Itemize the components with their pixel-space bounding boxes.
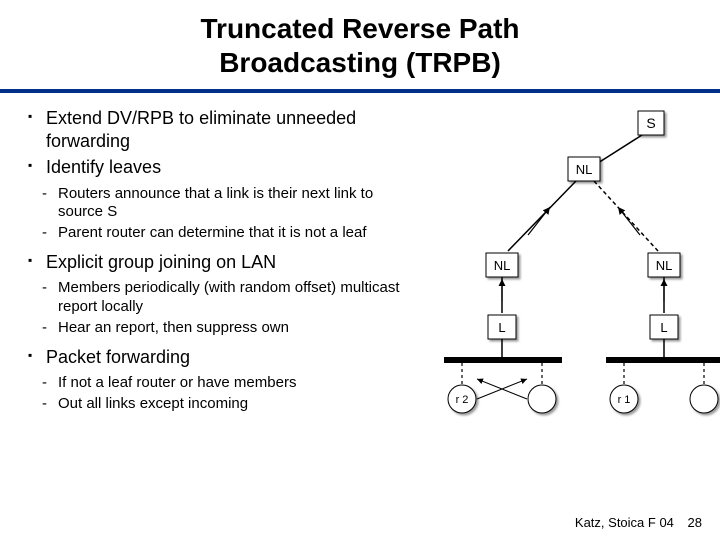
node-r1: r 1 <box>610 385 638 413</box>
sub-bullet-members: Members periodically (with random offset… <box>28 279 402 317</box>
title-line-1: Truncated Reverse Path <box>0 12 720 46</box>
svg-text:L: L <box>499 320 506 335</box>
sub-bullet-parent: Parent router can determine that it is n… <box>28 224 402 243</box>
sub-bullet-hear: Hear an report, then suppress own <box>28 319 402 338</box>
svg-text:r 1: r 1 <box>618 394 631 406</box>
bullet-identify: Identify leaves <box>28 156 402 179</box>
svg-text:S: S <box>647 115 656 131</box>
node-blank-left <box>528 385 556 413</box>
svg-text:NL: NL <box>494 258 511 273</box>
page-number: 28 <box>688 515 702 530</box>
sub-bullet-if-not-leaf: If not a leaf router or have members <box>28 374 402 393</box>
text-column: Extend DV/RPB to eliminate unneeded forw… <box>8 107 402 472</box>
svg-text:NL: NL <box>576 162 593 177</box>
node-l-right: L <box>650 315 678 339</box>
node-r2: r 2 <box>448 385 476 413</box>
sub-bullet-list-3: If not a leaf router or have members Out… <box>28 374 402 414</box>
node-l-left: L <box>488 315 516 339</box>
bullet-list: Extend DV/RPB to eliminate unneeded forw… <box>28 107 402 179</box>
network-diagram: S NL NL NL L <box>402 107 702 467</box>
svg-text:L: L <box>661 320 668 335</box>
diagram-column: S NL NL NL L <box>402 107 712 472</box>
lan-bar-left <box>444 357 562 363</box>
bullet-list-3: Packet forwarding <box>28 346 402 369</box>
bullet-list-2: Explicit group joining on LAN <box>28 251 402 274</box>
sub-bullet-list-1: Routers announce that a link is their ne… <box>28 185 402 243</box>
bullet-packet: Packet forwarding <box>28 346 402 369</box>
svg-text:NL: NL <box>656 258 673 273</box>
footer: Katz, Stoica F 04 28 <box>575 515 702 530</box>
slide-title: Truncated Reverse Path Broadcasting (TRP… <box>0 0 720 87</box>
sub-bullet-list-2: Members periodically (with random offset… <box>28 279 402 337</box>
bullet-extend: Extend DV/RPB to eliminate unneeded forw… <box>28 107 402 152</box>
node-nl-top: NL <box>568 157 600 181</box>
bullet-explicit: Explicit group joining on LAN <box>28 251 402 274</box>
sub-bullet-routers: Routers announce that a link is their ne… <box>28 185 402 223</box>
footer-credit: Katz, Stoica F 04 <box>575 515 674 530</box>
node-nl-left: NL <box>486 253 518 277</box>
sub-bullet-out-all: Out all links except incoming <box>28 395 402 414</box>
content-area: Extend DV/RPB to eliminate unneeded forw… <box>0 107 720 472</box>
svg-text:r 2: r 2 <box>456 394 469 406</box>
node-nl-right: NL <box>648 253 680 277</box>
node-s: S <box>638 111 664 135</box>
title-line-2: Broadcasting (TRPB) <box>0 46 720 80</box>
title-rule <box>0 89 720 93</box>
lan-bar-right <box>606 357 720 363</box>
node-blank-right <box>690 385 718 413</box>
